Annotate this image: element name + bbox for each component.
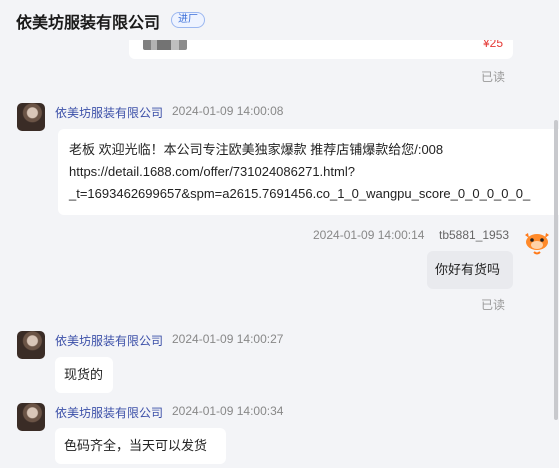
- seller-avatar[interactable]: [17, 331, 45, 359]
- message-time: 2024-01-09 14:00:27: [172, 332, 284, 346]
- message-text: 你好有货吗: [435, 262, 501, 277]
- product-thumbnail: [143, 39, 187, 50]
- message-time: 2024-01-09 14:00:14: [313, 228, 425, 242]
- message-sender[interactable]: 依美坊服装有限公司: [55, 404, 163, 421]
- product-link[interactable]: https://detail.1688.com/offer/7310240862…: [69, 161, 559, 183]
- message-line: 老板 欢迎光临！本公司专注欧美独家爆款 推荐店铺爆款给您/:008: [69, 142, 444, 157]
- message-bubble: 现货的: [55, 357, 113, 393]
- message-text: 现货的: [64, 367, 104, 382]
- message-sender[interactable]: 依美坊服装有限公司: [55, 104, 163, 121]
- scrollbar[interactable]: [554, 120, 558, 420]
- product-link[interactable]: _t=1693462699657&spm=a2615.7691456.co_1_…: [69, 183, 559, 205]
- seller-avatar[interactable]: [17, 403, 45, 431]
- seller-avatar[interactable]: [17, 103, 45, 131]
- message-sender[interactable]: 依美坊服装有限公司: [55, 332, 163, 349]
- cow-mascot-icon: [525, 233, 549, 255]
- message-time: 2024-01-09 14:00:08: [172, 104, 284, 118]
- read-status: 已读: [481, 70, 506, 84]
- message-bubble: 老板 欢迎光临！本公司专注欧美独家爆款 推荐店铺爆款给您/:008 https:…: [58, 129, 559, 215]
- message-bubble: 你好有货吗: [427, 251, 513, 289]
- message-time: 2024-01-09 14:00:34: [172, 404, 284, 418]
- message-sender[interactable]: tb5881_1953: [439, 228, 509, 242]
- buyer-avatar[interactable]: [522, 225, 552, 255]
- read-status: 已读: [481, 298, 506, 312]
- message-text: 色码齐全，当天可以发货: [64, 438, 208, 453]
- shop-name[interactable]: 依美坊服装有限公司: [16, 9, 160, 33]
- chat-header: 依美坊服装有限公司 进厂: [0, 0, 559, 40]
- supplier-badge[interactable]: 进厂: [171, 12, 205, 28]
- message-bubble: 色码齐全，当天可以发货: [55, 428, 226, 464]
